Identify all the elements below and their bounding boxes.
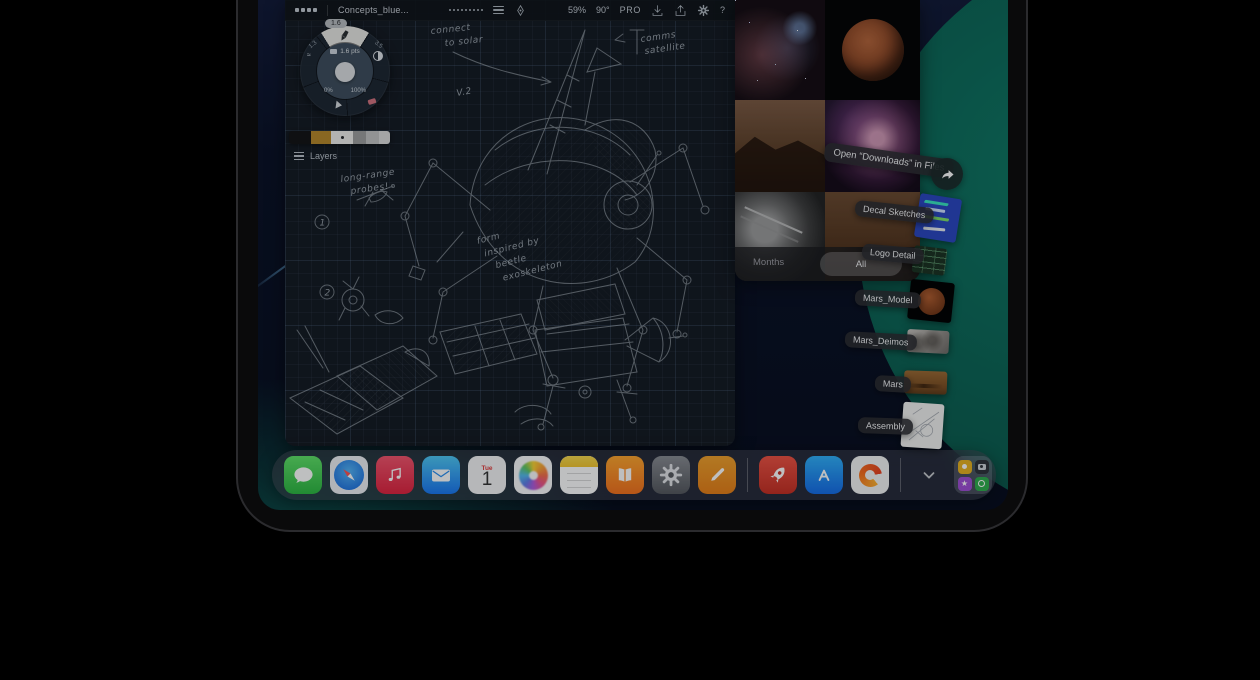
drag-label-mars-deimos[interactable]: Mars_Deimos (845, 329, 917, 351)
dock-app-books[interactable] (606, 456, 644, 494)
color-swatch-gray[interactable] (353, 131, 366, 144)
color-swatch-palegray[interactable] (379, 131, 390, 144)
layers-label: Layers (310, 151, 337, 161)
color-palette-strip[interactable] (289, 131, 390, 144)
dock-chevron-down-icon[interactable] (914, 456, 944, 494)
stroke-chip-icon (330, 49, 337, 54)
app-library-mini-star: ★ (958, 477, 972, 491)
menu-lines-icon[interactable] (493, 4, 504, 17)
drag-label-assembly[interactable]: Assembly (858, 415, 914, 435)
color-swatch-gold[interactable] (311, 131, 331, 144)
fill-tool-icon[interactable] (335, 101, 342, 110)
mars-sphere (842, 19, 904, 81)
drag-label-mars[interactable]: Mars (875, 373, 912, 393)
precision-grid-icon[interactable] (449, 9, 483, 11)
dock-app-photos[interactable] (514, 456, 552, 494)
pro-badge[interactable]: PRO (620, 5, 641, 15)
dock-app-rocket[interactable] (759, 456, 797, 494)
dock-app-notes[interactable] (560, 456, 598, 494)
calendar-day: 1 (482, 472, 493, 488)
screenshot-stage: connect to solar comms satellite V.2 lon… (0, 0, 1260, 680)
annotation-comms-2: satellite (644, 41, 686, 57)
concepts-c-swirl (859, 464, 882, 487)
dock-app-settings[interactable] (652, 456, 690, 494)
export-share-icon[interactable] (674, 4, 687, 17)
dock-app-calendar[interactable]: Tue 1 (468, 456, 506, 494)
dock-app-music[interactable] (376, 456, 414, 494)
app-library-mini-yellow (958, 460, 972, 474)
dock-app-mail[interactable] (422, 456, 460, 494)
dock-divider (900, 458, 901, 492)
contrast-half-icon[interactable] (373, 51, 383, 61)
concepts-toolbar: Concepts_blue... 59% 90° PRO (285, 0, 735, 21)
rotation-angle[interactable]: 90° (596, 5, 610, 15)
opacity-max-label: 100% (351, 88, 366, 94)
zoom-level[interactable]: 59% (568, 5, 586, 15)
color-swatch-white-selected[interactable] (331, 131, 353, 144)
notes-yellow-band (560, 456, 598, 467)
app-library-mini-ring (975, 477, 989, 491)
brush-size-tag: 1.6 (325, 19, 347, 28)
drop-forward-icon[interactable] (931, 158, 963, 190)
dock-app-concepts[interactable] (851, 456, 889, 494)
settings-gear-icon[interactable] (697, 4, 710, 17)
opacity-min-label: 0% (324, 88, 333, 94)
photo-thumbnail-mars-landscape[interactable] (735, 100, 825, 192)
gallery-grid-icon[interactable] (295, 8, 317, 12)
photo-thumbnail-nebula[interactable] (735, 0, 825, 100)
tab-months[interactable]: Months (753, 257, 784, 268)
pen-nib-icon[interactable] (514, 4, 527, 17)
photo-thumbnail-mars-globe[interactable] (825, 0, 920, 100)
tool-wheel[interactable]: 1.3 3.5 1.6 pts 0% 100% ≈ (300, 26, 390, 116)
selected-color-dot (341, 136, 344, 139)
layers-button[interactable]: Layers (294, 150, 337, 162)
annotation-connect-1: connect (430, 23, 471, 37)
tool-wheel-center[interactable]: 1.6 pts 0% 100% (317, 43, 373, 99)
document-title[interactable]: Concepts_blue... (338, 5, 409, 15)
annotation-probes-1: long-range (340, 167, 396, 185)
annotation-connect-2: to solar (444, 35, 484, 49)
dock-app-safari[interactable] (330, 456, 368, 494)
color-swatch-black[interactable] (289, 131, 311, 144)
dock-app-pages[interactable] (698, 456, 736, 494)
stroke-width-readout: 1.6 pts (330, 48, 360, 55)
app-library-mini-camera (975, 460, 989, 474)
annotation-probes-2: probes! (349, 182, 390, 197)
color-swatch-lightgray[interactable] (366, 131, 379, 144)
dock-app-messages[interactable] (284, 456, 322, 494)
import-icon[interactable] (651, 4, 664, 17)
wheel-knob[interactable] (335, 62, 355, 82)
toolbar-divider (327, 5, 328, 16)
ipad-screen: connect to solar comms satellite V.2 lon… (258, 0, 1008, 510)
dock-app-library[interactable]: ★ (954, 456, 992, 494)
annotation-beetle-4: exoskeleton (502, 259, 564, 284)
annotation-comms-1: comms (640, 30, 677, 45)
annotation-beetle-1: form (476, 231, 501, 246)
annotation-beetle-2: inspired by (483, 236, 540, 259)
annotation-beetle-3: beetle (495, 254, 528, 271)
help-button[interactable]: ? (720, 5, 725, 15)
drag-label-mars-model[interactable]: Mars_Model (855, 287, 921, 308)
annotation-mark-1: 1 (320, 219, 326, 229)
dock: Tue 1 (272, 450, 996, 500)
layers-icon (294, 150, 304, 162)
concepts-app-window: connect to solar comms satellite V.2 lon… (285, 0, 735, 446)
dock-divider (747, 458, 748, 492)
texture-icon[interactable]: ≈ (307, 52, 311, 59)
dock-app-app-store[interactable] (805, 456, 843, 494)
photos-flower-icon (519, 461, 548, 490)
safari-compass (334, 460, 364, 490)
annotation-mark-2: 2 (325, 289, 331, 299)
star-dots (735, 0, 736, 1)
annotation-version: V.2 (456, 86, 473, 99)
